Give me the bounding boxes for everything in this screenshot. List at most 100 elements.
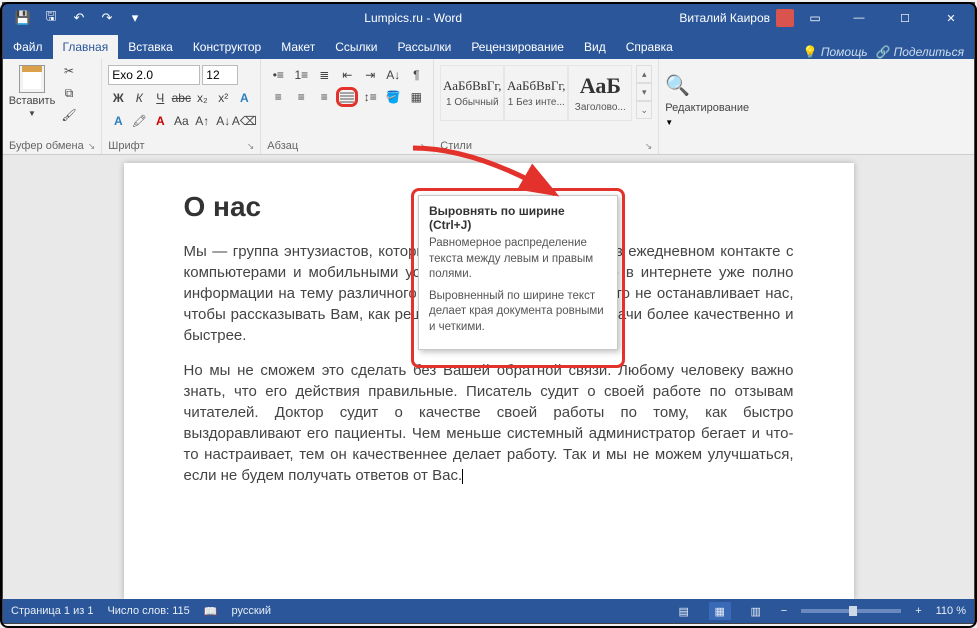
view-read-icon[interactable]: ▤	[673, 602, 695, 620]
chevron-down-icon: ▼	[665, 118, 673, 127]
group-clipboard: Вставить ▼ ✂ ⧉ 🖌 Буфер обмена ↘	[3, 59, 102, 154]
justify-tooltip: Выровнять по ширине (Ctrl+J) Равномерное…	[418, 195, 618, 350]
titlebar: 💾 🖫 ↶ ↷ ▾ Lumpics.ru - Word Виталий Каир…	[3, 3, 974, 33]
paste-button[interactable]: Вставить ▼	[9, 61, 55, 118]
status-page[interactable]: Страница 1 из 1	[11, 605, 93, 617]
clear-format-button[interactable]: A⌫	[234, 111, 254, 131]
doc-paragraph-2: Но мы не сможем это сделать без Вашей об…	[184, 360, 794, 486]
tab-design[interactable]: Конструктор	[183, 35, 271, 59]
align-right-button[interactable]: ≡	[313, 87, 335, 107]
autosave-icon[interactable]: 💾	[11, 6, 35, 30]
borders-button[interactable]: ▦	[405, 87, 427, 107]
font-name-combo[interactable]: Exo 2.0	[108, 65, 200, 85]
share-button[interactable]: 🔗 Поделиться	[876, 45, 964, 59]
align-left-button[interactable]: ≡	[267, 87, 289, 107]
tab-home[interactable]: Главная	[53, 35, 119, 59]
ribbon-tabs: Файл Главная Вставка Конструктор Макет С…	[3, 33, 974, 59]
group-paragraph-label: Абзац	[267, 140, 298, 152]
subscript-button[interactable]: x₂	[192, 88, 212, 108]
copy-icon[interactable]: ⧉	[59, 83, 79, 103]
editing-button[interactable]: Редактирование	[665, 102, 749, 114]
tab-file[interactable]: Файл	[3, 35, 53, 59]
avatar[interactable]	[776, 9, 794, 27]
ribbon: Вставить ▼ ✂ ⧉ 🖌 Буфер обмена ↘ Exo 2.0 1…	[3, 59, 974, 155]
shrink-font-button[interactable]: A↓	[213, 111, 233, 131]
styles-down-icon[interactable]: ▾	[636, 83, 652, 101]
multilevel-button[interactable]: ≣	[313, 65, 335, 85]
chevron-down-icon: ▼	[28, 109, 36, 118]
group-font-label: Шрифт	[108, 140, 144, 152]
dialog-launcher-icon[interactable]: ↘	[645, 141, 653, 152]
line-spacing-button[interactable]: ↕≡	[359, 87, 381, 107]
tab-references[interactable]: Ссылки	[325, 35, 387, 59]
undo-icon[interactable]: ↶	[67, 6, 91, 30]
user-name[interactable]: Виталий Каиров	[679, 11, 770, 25]
help-button[interactable]: 💡 Помощь	[803, 45, 868, 59]
text-fill-button[interactable]: A	[108, 111, 128, 131]
redo-icon[interactable]: ↷	[95, 6, 119, 30]
dialog-launcher-icon[interactable]: ↘	[247, 141, 255, 152]
group-paragraph: •≡ 1≡ ≣ ⇤ ⇥ A↓ ¶ ≡ ≡ ≡	[261, 59, 434, 154]
styles-up-icon[interactable]: ▴	[636, 65, 652, 83]
underline-button[interactable]: Ч	[150, 88, 170, 108]
font-color-button[interactable]: A	[150, 111, 170, 131]
bold-button[interactable]: Ж	[108, 88, 128, 108]
group-styles-label: Стили	[440, 140, 472, 152]
group-editing: 🔍 Редактирование ▼	[659, 59, 781, 154]
view-web-icon[interactable]: ▥	[745, 602, 767, 620]
minimize-button[interactable]: —	[836, 3, 882, 33]
styles-more-icon[interactable]: ⌄	[636, 101, 652, 119]
status-language[interactable]: русский	[232, 605, 271, 617]
zoom-slider[interactable]	[801, 609, 901, 613]
view-print-icon[interactable]: ▦	[709, 602, 731, 620]
justify-button[interactable]	[339, 87, 355, 107]
maximize-button[interactable]: ☐	[882, 3, 928, 33]
close-button[interactable]: ✕	[928, 3, 974, 33]
statusbar: Страница 1 из 1 Число слов: 115 📖 русски…	[3, 599, 974, 623]
zoom-label[interactable]: 110 %	[936, 605, 966, 617]
tab-help[interactable]: Справка	[616, 35, 683, 59]
group-clipboard-label: Буфер обмена	[9, 140, 84, 152]
tab-view[interactable]: Вид	[574, 35, 616, 59]
group-styles: АаБбВвГг, 1 Обычный АаБбВвГг, 1 Без инте…	[434, 59, 659, 154]
tooltip-line2: Выровненный по ширине текст делает края …	[429, 289, 607, 336]
save-icon[interactable]: 🖫	[39, 6, 63, 30]
show-marks-button[interactable]: ¶	[405, 65, 427, 85]
group-font: Exo 2.0 12 Ж К Ч abc x₂ x² A A 🖍 A Aa	[102, 59, 261, 154]
superscript-button[interactable]: x²	[213, 88, 233, 108]
tab-review[interactable]: Рецензирование	[461, 35, 574, 59]
zoom-out-button[interactable]: −	[781, 605, 787, 617]
text-cursor	[462, 469, 463, 484]
text-effects-button[interactable]: A	[234, 88, 254, 108]
qat-more-icon[interactable]: ▾	[123, 6, 147, 30]
grow-font-button[interactable]: A↑	[192, 111, 212, 131]
format-painter-icon[interactable]: 🖌	[59, 105, 79, 125]
style-no-spacing[interactable]: АаБбВвГг, 1 Без инте...	[504, 65, 568, 121]
cut-icon[interactable]: ✂	[59, 61, 79, 81]
align-center-button[interactable]: ≡	[290, 87, 312, 107]
dialog-launcher-icon[interactable]: ↘	[88, 141, 96, 152]
paste-icon	[19, 65, 45, 93]
style-normal[interactable]: АаБбВвГг, 1 Обычный	[440, 65, 504, 121]
ribbon-options-icon[interactable]: ▭	[800, 11, 830, 25]
decrease-indent-button[interactable]: ⇤	[336, 65, 358, 85]
tab-mailings[interactable]: Рассылки	[387, 35, 461, 59]
numbering-button[interactable]: 1≡	[290, 65, 312, 85]
bullets-button[interactable]: •≡	[267, 65, 289, 85]
dialog-launcher-icon[interactable]: ↘	[420, 141, 428, 152]
find-icon[interactable]: 🔍	[665, 73, 690, 98]
proofing-icon[interactable]: 📖	[204, 605, 218, 618]
status-words[interactable]: Число слов: 115	[107, 605, 189, 617]
strike-button[interactable]: abc	[171, 88, 191, 108]
sort-button[interactable]: A↓	[382, 65, 404, 85]
font-size-combo[interactable]: 12	[202, 65, 238, 85]
tab-layout[interactable]: Макет	[271, 35, 325, 59]
shading-button[interactable]: 🪣	[382, 87, 404, 107]
zoom-in-button[interactable]: +	[915, 605, 921, 617]
increase-indent-button[interactable]: ⇥	[359, 65, 381, 85]
style-heading[interactable]: АаБ Заголово...	[568, 65, 632, 121]
highlight-button[interactable]: 🖍	[129, 111, 149, 131]
tab-insert[interactable]: Вставка	[118, 35, 183, 59]
change-case-button[interactable]: Aa	[171, 111, 191, 131]
italic-button[interactable]: К	[129, 88, 149, 108]
